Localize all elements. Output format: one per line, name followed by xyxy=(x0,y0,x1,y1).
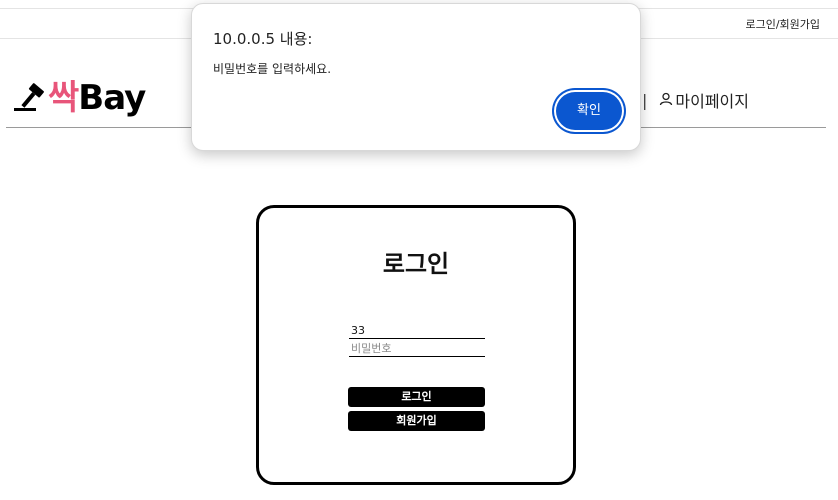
header-nav: | 마이페이지 xyxy=(642,88,749,112)
login-button[interactable]: 로그인 xyxy=(348,387,485,407)
login-title: 로그인 xyxy=(382,250,450,278)
alert-dialog: 10.0.0.5 내용: 비밀번호를 입력하세요. 확인 xyxy=(191,3,641,151)
id-field[interactable] xyxy=(349,322,485,339)
site-logo[interactable]: 싹Bay xyxy=(10,78,146,118)
logo-text: 싹Bay xyxy=(48,78,146,118)
dialog-ok-button[interactable]: 확인 xyxy=(554,90,624,132)
auth-links: 로그인/회원가입 xyxy=(745,16,820,32)
nav-separator: | xyxy=(642,90,648,110)
dialog-message: 비밀번호를 입력하세요. xyxy=(213,62,332,76)
logo-ssak: 싹 xyxy=(48,78,79,118)
signup-button[interactable]: 회원가입 xyxy=(348,411,485,431)
logo-bay: Bay xyxy=(78,78,146,118)
password-field[interactable] xyxy=(349,340,485,357)
login-signup-link[interactable]: 로그인/회원가입 xyxy=(745,18,820,31)
login-card: 로그인 로그인 회원가입 xyxy=(256,205,576,485)
mypage-label: 마이페이지 xyxy=(675,92,749,111)
dialog-title: 10.0.0.5 내용: xyxy=(213,30,313,48)
mypage-link[interactable]: 마이페이지 xyxy=(659,88,749,112)
user-icon xyxy=(659,91,673,110)
gavel-icon xyxy=(10,78,48,118)
